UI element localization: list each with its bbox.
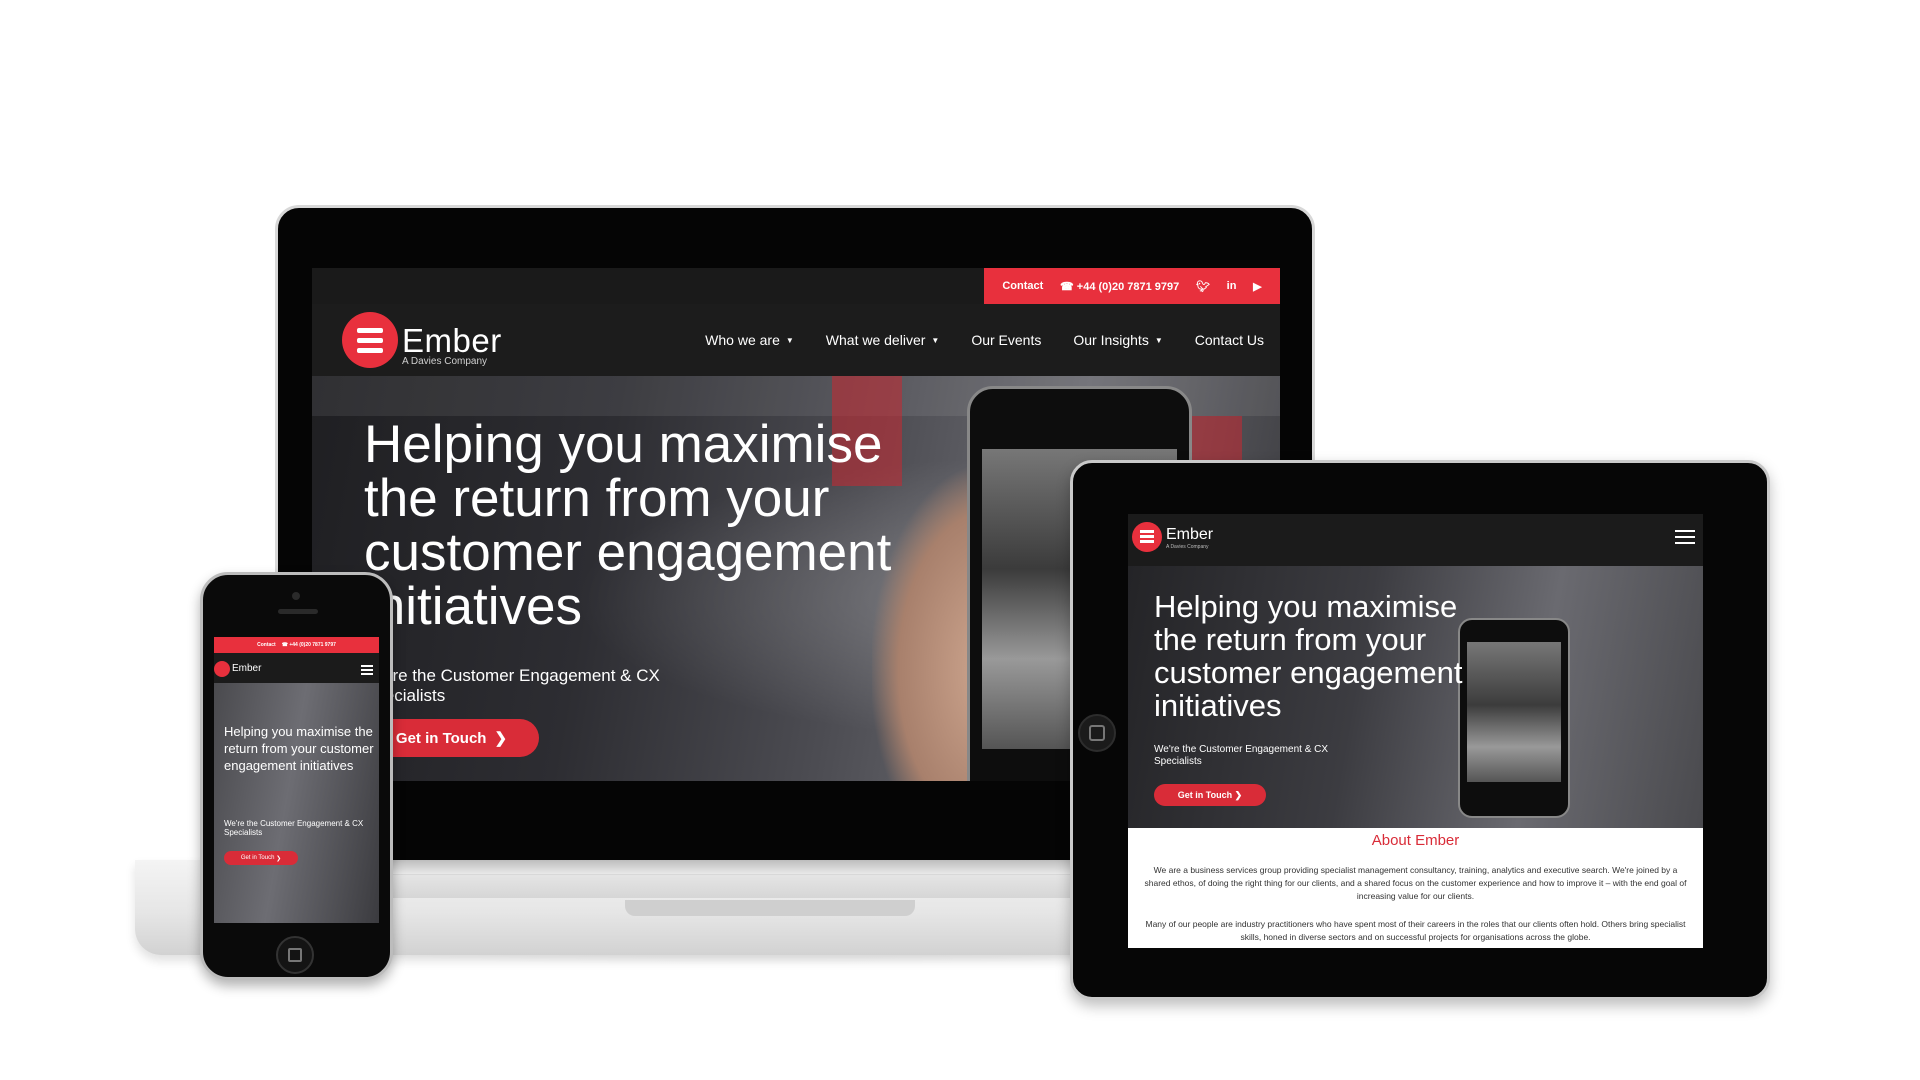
phone-number[interactable]: ☎ +44 (0)20 7871 9797 xyxy=(1060,280,1179,293)
nav-label: Our Insights xyxy=(1073,332,1149,348)
chevron-right-icon: ❯ xyxy=(494,730,508,747)
phone-hero: Helping you maximise the return from you… xyxy=(214,683,379,923)
logo-icon[interactable] xyxy=(342,312,398,368)
nav-our-events[interactable]: Our Events xyxy=(971,332,1041,348)
about-paragraph: We are a business services group providi… xyxy=(1144,865,1687,901)
nav-label: Our Events xyxy=(971,332,1042,348)
logo-icon[interactable] xyxy=(1132,522,1162,552)
caret-down-icon: ▼ xyxy=(785,335,794,345)
hero-title: Helping you maximise the return from you… xyxy=(364,415,892,636)
nav-who-we-are[interactable]: Who we are ▼ xyxy=(705,332,794,348)
logo-tagline: A Davies Company xyxy=(402,356,488,367)
phone-number[interactable]: ☎ +44 (0)20 7871 9797 xyxy=(282,642,336,648)
nav-what-we-deliver[interactable]: What we deliver ▼ xyxy=(826,332,940,348)
about-paragraph: Many of our people are industry practiti… xyxy=(1145,919,1686,942)
phone-speaker xyxy=(278,609,318,614)
caret-down-icon: ▼ xyxy=(1154,335,1163,345)
youtube-icon[interactable]: ▶ xyxy=(1253,280,1261,293)
nav-our-insights[interactable]: Our Insights ▼ xyxy=(1073,332,1162,348)
logo-wordmark[interactable]: Ember xyxy=(1166,526,1213,544)
logo-icon[interactable] xyxy=(214,661,230,677)
nav-label: Contact Us xyxy=(1194,332,1264,348)
tablet-hero: Helping you maximise the return from you… xyxy=(1128,566,1703,828)
contact-link[interactable]: Contact xyxy=(257,642,276,648)
tablet-navbar: Ember A Davies Company xyxy=(1128,514,1703,566)
twitter-icon[interactable]: 🐦︎ xyxy=(1196,280,1210,293)
hero-title: Helping you maximise the return from you… xyxy=(1154,589,1463,723)
hero-subtitle: We're the Customer Engagement & CX Speci… xyxy=(224,819,364,837)
nav-label: What we deliver xyxy=(825,332,926,348)
logo-tagline: A Davies Company xyxy=(1166,544,1209,550)
phone-home-button xyxy=(276,936,314,974)
phone-navbar: Ember xyxy=(214,653,379,683)
hero-title: Helping you maximise the return from you… xyxy=(224,724,374,773)
button-label: Get in Touch xyxy=(395,729,487,747)
contact-link[interactable]: Contact xyxy=(1002,280,1043,292)
main-nav: Who we are ▼ What we deliver ▼ Our Event… xyxy=(705,304,1264,376)
laptop-trackpad xyxy=(625,900,915,916)
contact-strip: Contact ☎ +44 (0)20 7871 9797 🐦︎ in ▶ xyxy=(984,268,1280,304)
hamburger-menu-icon[interactable] xyxy=(1675,530,1695,548)
linkedin-icon[interactable]: in xyxy=(1227,280,1237,292)
about-heading: About Ember xyxy=(1371,832,1460,849)
tablet-home-button xyxy=(1078,714,1116,752)
caret-down-icon: ▼ xyxy=(931,335,940,345)
button-label: Get in Touch xyxy=(1177,790,1233,800)
top-bar: Contact ☎ +44 (0)20 7871 9797 🐦︎ in ▶ xyxy=(312,268,1280,304)
nav-contact-us[interactable]: Contact Us xyxy=(1195,332,1264,348)
button-label: Get in Touch xyxy=(240,855,275,861)
logo-wordmark[interactable]: Ember xyxy=(232,663,261,674)
hero-subtitle: We're the Customer Engagement & CX Speci… xyxy=(364,666,660,705)
logo-wordmark[interactable]: Ember xyxy=(402,322,502,360)
contact-strip: Contact ☎ +44 (0)20 7871 9797 xyxy=(214,637,379,653)
phone-screen: Contact ☎ +44 (0)20 7871 9797 Ember Help… xyxy=(214,637,379,923)
get-in-touch-button[interactable]: Get in Touch ❯ xyxy=(1154,784,1266,806)
tablet-screen: Ember A Davies Company Helping you maxim… xyxy=(1128,514,1703,948)
phone-camera xyxy=(292,592,300,600)
nav-label: Who we are xyxy=(705,332,780,348)
hero-subtitle: We're the Customer Engagement & CX Speci… xyxy=(1154,744,1329,767)
hamburger-menu-icon[interactable] xyxy=(361,665,373,677)
get-in-touch-button[interactable]: Get in Touch ❯ xyxy=(224,851,298,865)
main-navbar: Ember A Davies Company Who we are ▼ What… xyxy=(312,304,1280,376)
